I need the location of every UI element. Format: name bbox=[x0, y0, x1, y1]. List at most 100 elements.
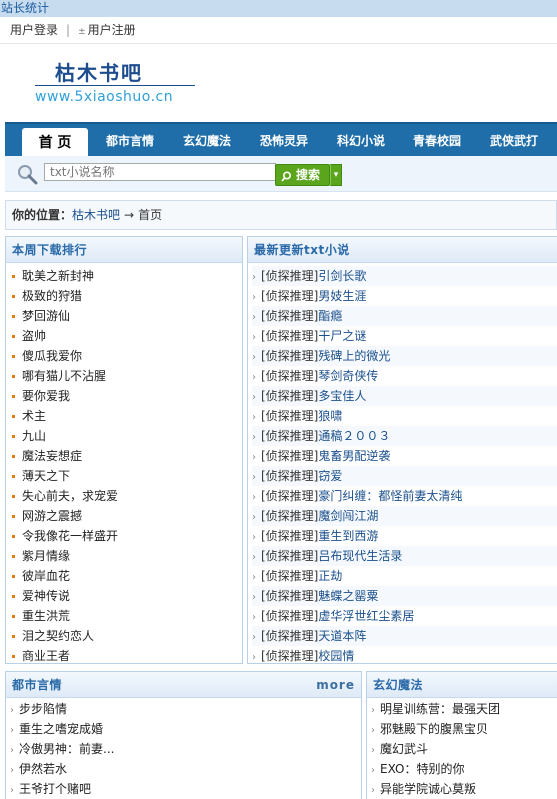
list-item[interactable]: › 异能学院诚心莫叛 bbox=[371, 779, 557, 799]
item-title-link[interactable]: 酯瘾 bbox=[318, 309, 342, 323]
item-title-link[interactable]: 商业王者 bbox=[22, 649, 70, 663]
item-title-link[interactable]: 九山 bbox=[22, 429, 46, 443]
item-title-link[interactable]: 虚华浮世红尘素居 bbox=[318, 609, 414, 623]
item-title-link[interactable]: 耽美之新封神 bbox=[22, 269, 94, 283]
list-item[interactable]: › 魔幻武斗 bbox=[371, 739, 557, 759]
list-item[interactable]: 耽美之新封神 bbox=[12, 266, 242, 286]
item-title-link[interactable]: 伊然若水 bbox=[19, 762, 67, 776]
item-title-link[interactable]: 重生到西游 bbox=[318, 529, 378, 543]
item-title-link[interactable]: 魔法妄想症 bbox=[22, 449, 82, 463]
search-input[interactable] bbox=[44, 163, 276, 181]
list-item[interactable]: 傻瓜我爱你 bbox=[12, 346, 242, 366]
list-item[interactable]: › [侦探推理]魔剑闯江湖 bbox=[252, 506, 557, 526]
item-title-link[interactable]: 泪之契约恋人 bbox=[22, 629, 94, 643]
item-title-link[interactable]: 异能学院诚心莫叛 bbox=[380, 782, 476, 796]
search-dropdown-toggle[interactable]: ▾ bbox=[330, 164, 342, 186]
list-item[interactable]: › [侦探推理]校园情 bbox=[252, 646, 557, 666]
nav-wuxia[interactable]: 武侠武打 bbox=[479, 130, 549, 158]
nav-horror[interactable]: 恐怖灵异 bbox=[250, 130, 318, 158]
item-title-link[interactable]: EXO：特别的你 bbox=[380, 762, 464, 776]
item-title-link[interactable]: 要你爱我 bbox=[22, 389, 70, 403]
list-item[interactable]: 要你爱我 bbox=[12, 386, 242, 406]
nav-urban[interactable]: 都市言情 bbox=[97, 130, 163, 158]
nav-home[interactable]: 首 页 bbox=[22, 128, 88, 158]
list-item[interactable]: 魔法妄想症 bbox=[12, 446, 242, 466]
nav-campus[interactable]: 青春校园 bbox=[403, 130, 471, 158]
list-item[interactable]: › [侦探推理]残碑上的微光 bbox=[252, 346, 557, 366]
item-title-link[interactable]: 豪门纠缠：都怪前妻太清纯 bbox=[318, 489, 462, 503]
item-title-link[interactable]: 琴剑奇侠传 bbox=[318, 369, 378, 383]
list-item[interactable]: › [侦探推理]多宝佳人 bbox=[252, 386, 557, 406]
breadcrumb-site-link[interactable]: 枯木书吧 bbox=[72, 208, 120, 222]
list-item[interactable]: › 冷傲男神：前妻... bbox=[10, 739, 361, 759]
register-link[interactable]: 用户注册 bbox=[88, 23, 136, 37]
list-item[interactable]: › [侦探推理]琴剑奇侠传 bbox=[252, 366, 557, 386]
item-title-link[interactable]: 极致的狩猎 bbox=[22, 289, 82, 303]
item-title-link[interactable]: 网游之震撼 bbox=[22, 509, 82, 523]
item-title-link[interactable]: 失心前夫，求宠爱 bbox=[22, 489, 118, 503]
item-title-link[interactable]: 引剑长歌 bbox=[318, 269, 366, 283]
item-title-link[interactable]: 步步陷情 bbox=[19, 702, 67, 716]
item-title-link[interactable]: 校园情 bbox=[318, 649, 354, 663]
item-title-link[interactable]: 魔剑闯江湖 bbox=[318, 509, 378, 523]
item-title-link[interactable]: 紫月情缘 bbox=[22, 549, 70, 563]
item-title-link[interactable]: 薄天之下 bbox=[22, 469, 70, 483]
item-title-link[interactable]: 重生之嗜宠成婚 bbox=[19, 722, 103, 736]
item-title-link[interactable]: 梦回游仙 bbox=[22, 309, 70, 323]
list-item[interactable]: › 邪魅殿下的腹黑宝贝 bbox=[371, 719, 557, 739]
item-title-link[interactable]: 残碑上的微光 bbox=[318, 349, 390, 363]
item-title-link[interactable]: 令我像花一样盛开 bbox=[22, 529, 118, 543]
search-button[interactable]: 搜索 bbox=[275, 164, 330, 186]
list-item[interactable]: › [侦探推理]豪门纠缠：都怪前妻太清纯 bbox=[252, 486, 557, 506]
list-item[interactable]: 薄天之下 bbox=[12, 466, 242, 486]
list-item[interactable]: › 伊然若水 bbox=[10, 759, 361, 779]
list-item[interactable]: 网游之震撼 bbox=[12, 506, 242, 526]
item-title-link[interactable]: 干尸之谜 bbox=[318, 329, 366, 343]
list-item[interactable]: 极致的狩猎 bbox=[12, 286, 242, 306]
list-item[interactable]: › [侦探推理]干尸之谜 bbox=[252, 326, 557, 346]
list-item[interactable]: 紫月情缘 bbox=[12, 546, 242, 566]
list-item[interactable]: › [侦探推理]正劫 bbox=[252, 566, 557, 586]
list-item[interactable]: › [侦探推理]通稿２００３ bbox=[252, 426, 557, 446]
nav-fantasy[interactable]: 玄幻魔法 bbox=[173, 130, 241, 158]
list-item[interactable]: › 重生之嗜宠成婚 bbox=[10, 719, 361, 739]
nav-scifi[interactable]: 科幻小说 bbox=[327, 130, 395, 158]
item-title-link[interactable]: 王爷打个赌吧 bbox=[19, 782, 91, 796]
list-item[interactable]: › [侦探推理]窃爱 bbox=[252, 466, 557, 486]
list-item[interactable]: 商业王者 bbox=[12, 646, 242, 666]
item-title-link[interactable]: 魔幻武斗 bbox=[380, 742, 428, 756]
item-title-link[interactable]: 邪魅殿下的腹黑宝贝 bbox=[380, 722, 488, 736]
list-item[interactable]: › 明星训练营：最强天团 bbox=[371, 699, 557, 719]
list-item[interactable]: 盗帅 bbox=[12, 326, 242, 346]
item-title-link[interactable]: 重生洪荒 bbox=[22, 609, 70, 623]
item-title-link[interactable]: 魅蝶之罂粟 bbox=[318, 589, 378, 603]
item-title-link[interactable]: 明星训练营：最强天团 bbox=[380, 702, 500, 716]
item-title-link[interactable]: 窃爱 bbox=[318, 469, 342, 483]
item-title-link[interactable]: 彼岸血花 bbox=[22, 569, 70, 583]
list-item[interactable]: › [侦探推理]天道本阵 bbox=[252, 626, 557, 646]
list-item[interactable]: 梦回游仙 bbox=[12, 306, 242, 326]
list-item[interactable]: 哪有猫儿不沾腥 bbox=[12, 366, 242, 386]
item-title-link[interactable]: 通稿２００３ bbox=[318, 429, 390, 443]
list-item[interactable]: › [侦探推理]引剑长歌 bbox=[252, 266, 557, 286]
list-item[interactable]: 泪之契约恋人 bbox=[12, 626, 242, 646]
list-item[interactable]: › 步步陷情 bbox=[10, 699, 361, 719]
list-item[interactable]: 令我像花一样盛开 bbox=[12, 526, 242, 546]
list-item[interactable]: › [侦探推理]狼啸 bbox=[252, 406, 557, 426]
item-title-link[interactable]: 正劫 bbox=[318, 569, 342, 583]
list-item[interactable]: 失心前夫，求宠爱 bbox=[12, 486, 242, 506]
list-item[interactable]: › EXO：特别的你 bbox=[371, 759, 557, 779]
list-item[interactable]: › 王爷打个赌吧 bbox=[10, 779, 361, 799]
item-title-link[interactable]: 术主 bbox=[22, 409, 46, 423]
login-link[interactable]: 用户登录 bbox=[10, 23, 58, 37]
item-title-link[interactable]: 狼啸 bbox=[318, 409, 342, 423]
item-title-link[interactable]: 鬼畜男配逆袭 bbox=[318, 449, 390, 463]
site-logo[interactable]: 枯木书吧 www.5xiaoshuo.cn bbox=[35, 55, 215, 110]
item-title-link[interactable]: 男妓生涯 bbox=[318, 289, 366, 303]
list-item[interactable]: 术主 bbox=[12, 406, 242, 426]
item-title-link[interactable]: 哪有猫儿不沾腥 bbox=[22, 369, 106, 383]
site-stat-link[interactable]: 站长统计 bbox=[0, 0, 557, 17]
list-item[interactable]: › [侦探推理]魅蝶之罂粟 bbox=[252, 586, 557, 606]
item-title-link[interactable]: 盗帅 bbox=[22, 329, 46, 343]
item-title-link[interactable]: 吕布现代生活录 bbox=[318, 549, 402, 563]
